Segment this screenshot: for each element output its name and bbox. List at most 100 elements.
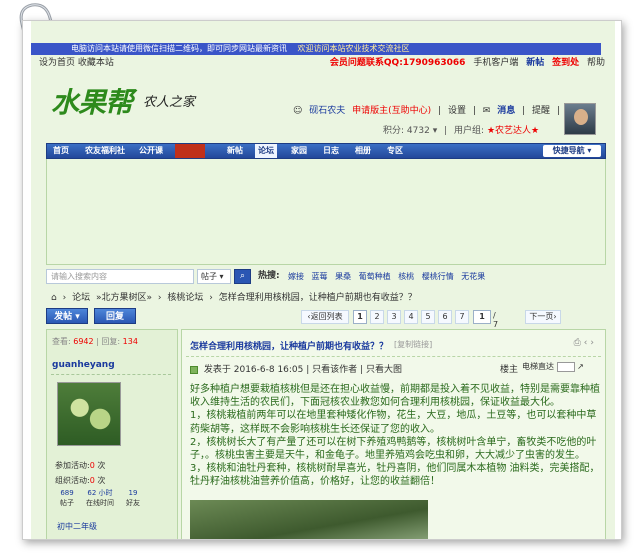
caret-down-icon[interactable]: ▾	[433, 126, 438, 136]
hot-word[interactable]: 葡萄种植	[359, 272, 391, 281]
hot-word[interactable]: 核桃	[398, 272, 414, 281]
sign-in-link[interactable]: 签到处	[552, 58, 579, 68]
next-icon[interactable]: ›	[590, 338, 597, 348]
points-text[interactable]: 积分: 4732	[383, 126, 430, 136]
post-image[interactable]	[190, 500, 428, 539]
nav-welfare[interactable]: 农友福利社	[85, 144, 125, 158]
post-date: 发表于 2016-6-8 16:05	[203, 365, 304, 375]
next-page-button[interactable]: 下一页›	[525, 310, 561, 324]
nav-open-class[interactable]: 公开课	[139, 144, 163, 158]
post-paragraph: 2，核桃树长大了有产量了还可以在树下养殖鸡鸭鹅等，核桃树叶含单宁，畜牧类不吃他的…	[190, 436, 597, 462]
screenshot-frame: 电脑访问本站请使用微信扫描二维码，即可同步网站最新资讯 欢迎访问本站农业技术交流…	[22, 20, 622, 540]
author-avatar[interactable]	[57, 382, 121, 446]
banner-area	[46, 159, 606, 265]
hot-word[interactable]: 嫁接	[288, 272, 304, 281]
page-jump-input[interactable]: 1	[473, 310, 491, 324]
floor-jump-input[interactable]	[556, 361, 575, 372]
announcement-link[interactable]: 欢迎访问本站农业技术交流社区	[298, 44, 410, 53]
nav-home-space[interactable]: 家园	[291, 144, 307, 158]
breadcrumb-forum[interactable]: 论坛	[72, 293, 90, 303]
nav-new-posts[interactable]: 新帖	[227, 144, 243, 158]
stat-online[interactable]: 62 小时 在线时间	[83, 488, 117, 508]
stat-value: 689	[60, 489, 74, 497]
thread-stats: 查看: 6942 | 回复: 134	[52, 337, 138, 346]
search-input[interactable]: 请输入搜索内容	[46, 269, 194, 284]
big-image-link[interactable]: 只看大图	[366, 365, 402, 375]
nav-forum[interactable]: 论坛	[255, 144, 277, 158]
mobile-client-link[interactable]: 手机客户端	[473, 58, 518, 68]
new-post-button[interactable]: 发帖 ▾	[46, 308, 88, 324]
page-link[interactable]: 2	[370, 310, 384, 324]
breadcrumb-region[interactable]: »北方果树区»	[96, 293, 152, 303]
site-logo[interactable]: 水果帮 农人之家	[51, 81, 231, 127]
search-button[interactable]: ⌕	[234, 269, 251, 284]
announcement-bar: 电脑访问本站请使用微信扫描二维码，即可同步网站最新资讯 欢迎访问本站农业技术交流…	[31, 43, 601, 55]
author-only-link[interactable]: 只看该作者	[312, 365, 357, 375]
floor-label: 楼主	[500, 365, 519, 375]
nav-zone[interactable]: 专区	[387, 144, 403, 158]
join-activity: 参加活动:0 次	[55, 460, 105, 471]
breadcrumb-thread[interactable]: 怎样合理利用核桃园，让种植户前期也有收益？？	[219, 293, 417, 303]
search-icon: ⌕	[239, 271, 246, 281]
user-group-value[interactable]: ★农艺达人★	[487, 126, 539, 136]
nav-promo[interactable]	[175, 144, 205, 158]
settings-link[interactable]: 设置	[448, 106, 466, 116]
top-toolbar: 设为首页 收藏本站 会员问题联系QQ:1790963066 手机客户端 新帖 签…	[31, 56, 615, 70]
activity-value: 0	[89, 461, 95, 470]
remind-link[interactable]: 提醒	[532, 106, 550, 116]
hot-word[interactable]: 蓝莓	[312, 272, 328, 281]
hot-word[interactable]: 果桑	[335, 272, 351, 281]
activity-value: 0	[89, 476, 95, 485]
new-post-label: 发帖	[54, 312, 73, 322]
copy-link[interactable]: [复制链接]	[394, 339, 432, 350]
nav-album[interactable]: 相册	[355, 144, 371, 158]
author-name[interactable]: guanheyang	[52, 360, 115, 370]
page-link[interactable]: 3	[387, 310, 401, 324]
breadcrumb-board[interactable]: 核桃论坛	[167, 293, 203, 303]
page-link[interactable]: 7	[455, 310, 469, 324]
floor-jump: 电梯直达 ↗	[522, 361, 584, 372]
print-icon[interactable]: ⎙	[574, 338, 584, 348]
stat-value: 62 小时	[87, 489, 113, 497]
username-link[interactable]: 砚石农夫	[309, 106, 345, 116]
message-icon: ✉	[482, 106, 491, 116]
replies-label: 回复:	[101, 337, 121, 346]
post-tools: ⎙‹›	[574, 338, 597, 348]
quick-nav-button[interactable]: 快捷导航 ▾	[543, 145, 601, 157]
avatar[interactable]	[564, 103, 596, 135]
back-to-list-button[interactable]: ‹返回列表	[301, 310, 349, 324]
stat-posts[interactable]: 689 帖子	[53, 488, 81, 508]
search-type-select[interactable]: 帖子 ▾	[197, 269, 231, 284]
reply-button[interactable]: 回复	[94, 308, 136, 324]
reply-label: 回复	[105, 312, 124, 322]
new-posts-link[interactable]: 新帖	[526, 58, 544, 68]
hot-word[interactable]: 无花果	[461, 272, 485, 281]
bookmark-link[interactable]: 收藏本站	[78, 58, 114, 68]
page-link[interactable]: 1	[353, 310, 367, 324]
home-icon[interactable]: ⌂	[51, 293, 57, 303]
stat-friends[interactable]: 19 好友	[119, 488, 147, 508]
go-icon[interactable]: ↗	[577, 362, 584, 371]
user-bar: ☺ 砚石农夫 申请版主(互助中心) | 设置 | ✉ 消息 | 提醒 | 退出	[293, 105, 589, 117]
messages-link[interactable]: 消息	[497, 106, 515, 116]
online-status-icon	[190, 365, 198, 374]
organize-activity: 组织活动:0 次	[55, 475, 105, 486]
page-link[interactable]: 4	[404, 310, 418, 324]
hot-word[interactable]: 樱桃行情	[422, 272, 454, 281]
points-bar: 积分: 4732 ▾ | 用户组: ★农艺达人★	[383, 126, 540, 136]
apply-moderator-link[interactable]: 申请版主(互助中心)	[352, 106, 431, 116]
hot-search-label: 热搜:	[258, 271, 280, 281]
activity-unit: 次	[97, 476, 106, 485]
nav-home[interactable]: 首页	[53, 144, 69, 158]
page-link[interactable]: 5	[421, 310, 435, 324]
post-body: 好多种植户想要栽植核桃但是还在担心收益慢，前期都是投入着不见收益，特别是需要靠种…	[190, 383, 602, 489]
post-paragraph: 3，核桃和油牡丹套种，核桃树耐旱喜光，牡丹喜阴，他们同属木本植物 油料类，完美搭…	[190, 463, 600, 488]
page-link[interactable]: 6	[438, 310, 452, 324]
replies-count: 134	[122, 337, 138, 346]
nav-blog[interactable]: 日志	[323, 144, 339, 158]
author-sidebar: 查看: 6942 | 回复: 134 guanheyang 参加活动:0 次 组…	[46, 329, 178, 539]
author-grade[interactable]: 初中二年级	[57, 521, 97, 532]
activity-label: 参加活动:	[55, 461, 90, 470]
help-link[interactable]: 帮助	[587, 58, 605, 68]
set-homepage-link[interactable]: 设为首页	[39, 58, 75, 68]
